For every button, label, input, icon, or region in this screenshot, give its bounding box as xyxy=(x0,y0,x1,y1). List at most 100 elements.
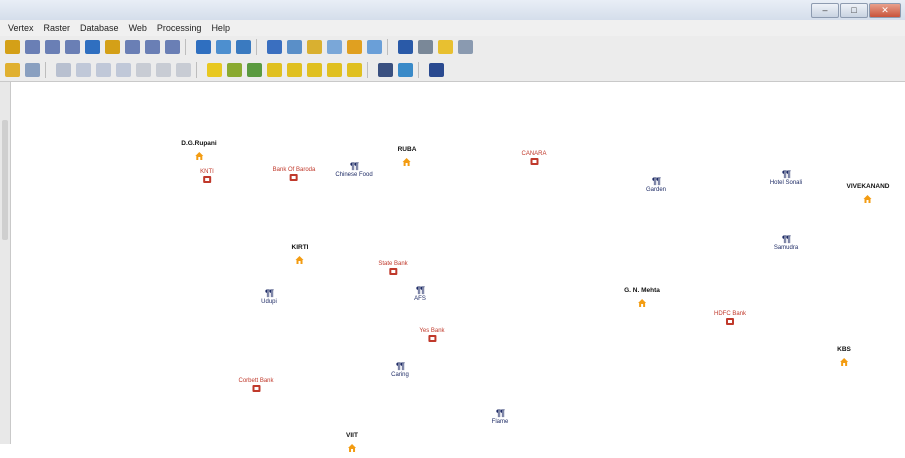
feature-label: G. N. Mehta xyxy=(624,287,660,294)
map-feature[interactable]: VIVEKANAND xyxy=(846,183,890,203)
zoom-selection-icon[interactable] xyxy=(105,40,120,54)
zoom-layer-icon[interactable] xyxy=(125,40,140,54)
restaurant-icon: ¶¶ xyxy=(395,361,405,371)
map-feature[interactable]: VIIT xyxy=(346,432,358,452)
cut-icon[interactable] xyxy=(156,62,171,77)
feature-label: Udupi xyxy=(261,299,277,305)
restaurant-icon: ¶¶ xyxy=(651,176,661,186)
copy-icon[interactable] xyxy=(176,62,191,77)
map-feature[interactable]: ¶¶ Udupi xyxy=(261,289,277,306)
restore-button[interactable]: □ xyxy=(840,3,868,18)
statistics-icon[interactable] xyxy=(367,40,382,54)
map-feature[interactable]: ¶¶ Flame xyxy=(492,409,509,426)
map-feature[interactable]: RUBA xyxy=(397,146,417,166)
sum-icon[interactable] xyxy=(398,40,413,54)
zoom-last-icon[interactable] xyxy=(145,40,160,54)
menu-database[interactable]: Database xyxy=(80,23,119,33)
field-calculator-icon[interactable] xyxy=(347,40,362,54)
toggle-edit-icon[interactable] xyxy=(5,62,20,77)
label-pin-icon[interactable] xyxy=(227,62,242,77)
menu-raster[interactable]: Raster xyxy=(44,23,71,33)
map-feature[interactable]: CANARA xyxy=(521,150,547,165)
map-feature[interactable]: ¶¶ Garden xyxy=(646,177,666,194)
digitize-icon[interactable] xyxy=(25,62,40,77)
bank-icon xyxy=(252,385,260,392)
zoom-in-icon[interactable] xyxy=(25,40,40,54)
feature-label: KNTI xyxy=(200,169,214,175)
label-hide-icon[interactable] xyxy=(327,62,342,77)
menu-web[interactable]: Web xyxy=(129,23,147,33)
toolbar-separator xyxy=(387,39,388,55)
attribute-table-icon[interactable] xyxy=(327,40,342,54)
toolbar-separator xyxy=(185,39,186,55)
new-map-view-icon[interactable] xyxy=(196,40,211,54)
feature-label: Hotel Sonali xyxy=(769,180,803,186)
add-feature-icon[interactable] xyxy=(76,62,91,77)
feature-label: RUBA xyxy=(397,146,417,153)
menu-vertex[interactable]: Vertex xyxy=(8,23,34,33)
menu-help[interactable]: Help xyxy=(211,23,230,33)
measure-icon[interactable] xyxy=(418,40,433,54)
house-icon xyxy=(839,354,849,366)
restaurant-icon: ¶¶ xyxy=(264,288,274,298)
bank-icon xyxy=(427,335,436,342)
pan-icon[interactable] xyxy=(5,40,20,54)
zoom-next-icon[interactable] xyxy=(165,40,180,54)
map-feature[interactable]: Bank Of Baroda xyxy=(272,166,316,181)
house-icon xyxy=(637,295,647,307)
map-feature[interactable]: State Bank xyxy=(378,260,408,275)
python-icon[interactable] xyxy=(398,62,413,77)
text-icon[interactable] xyxy=(458,40,473,54)
label-icon[interactable] xyxy=(207,62,222,77)
map-feature[interactable]: KNTI xyxy=(200,168,214,183)
toolbar-separator xyxy=(367,61,368,78)
bookmark-icon[interactable] xyxy=(216,40,231,54)
deselect-icon[interactable] xyxy=(307,40,322,54)
map-feature[interactable]: ¶¶ Samudra xyxy=(774,235,798,252)
panel-icon[interactable] xyxy=(429,62,444,77)
zoom-native-icon[interactable] xyxy=(65,40,80,54)
save-edits-icon[interactable] xyxy=(56,62,71,77)
map-feature[interactable]: G. N. Mehta xyxy=(624,287,660,307)
label-move-icon[interactable] xyxy=(247,62,262,77)
map-feature[interactable]: HDFC Bank xyxy=(714,310,746,325)
plugin-icon[interactable] xyxy=(378,62,393,77)
node-tool-icon[interactable] xyxy=(116,62,131,77)
map-feature[interactable]: KBS xyxy=(837,346,851,366)
identify-icon[interactable] xyxy=(267,40,282,54)
refresh-icon[interactable] xyxy=(236,40,251,54)
delete-icon[interactable] xyxy=(136,62,151,77)
label-diagram-icon[interactable] xyxy=(347,62,362,77)
map-feature[interactable]: Yes Bank xyxy=(419,327,445,342)
minimize-button[interactable]: – xyxy=(811,3,839,18)
feature-label: VIVEKANAND xyxy=(846,183,890,190)
feature-label: Garden xyxy=(645,187,667,193)
feature-label: Bank Of Baroda xyxy=(272,167,316,173)
map-feature[interactable]: D.G.Rupani xyxy=(181,140,217,160)
move-feature-icon[interactable] xyxy=(96,62,111,77)
label-rotate-icon[interactable] xyxy=(267,62,282,77)
map-feature[interactable]: ¶¶ Caring xyxy=(391,362,409,379)
digitizing-toolbar xyxy=(0,58,905,82)
map-canvas[interactable]: D.G.Rupani KNTI Bank Of Baroda ¶¶ Chinese… xyxy=(11,82,905,452)
restaurant-icon: ¶¶ xyxy=(415,285,425,295)
annotation-icon[interactable] xyxy=(438,40,453,54)
panel-scrollbar[interactable] xyxy=(2,120,8,240)
map-feature[interactable]: ¶¶ AFS xyxy=(414,286,426,303)
label-show-icon[interactable] xyxy=(307,62,322,77)
close-button[interactable]: ✕ xyxy=(869,3,901,18)
zoom-out-icon[interactable] xyxy=(45,40,60,54)
map-feature[interactable]: ¶¶ Hotel Sonali xyxy=(770,170,802,187)
map-feature[interactable]: ¶¶ Chinese Food xyxy=(335,162,372,179)
feature-label: KIRTI xyxy=(291,244,309,251)
house-icon xyxy=(863,191,873,203)
zoom-full-icon[interactable] xyxy=(85,40,100,54)
toolbar-separator xyxy=(418,61,419,78)
menu-processing[interactable]: Processing xyxy=(157,23,202,33)
bank-icon xyxy=(725,318,734,325)
label-change-icon[interactable] xyxy=(287,62,302,77)
map-feature[interactable]: KIRTI xyxy=(291,244,309,264)
menu-bar: Vertex Raster Database Web Processing He… xyxy=(0,20,905,36)
map-feature[interactable]: Corbett Bank xyxy=(238,377,274,392)
select-icon[interactable] xyxy=(287,40,302,54)
